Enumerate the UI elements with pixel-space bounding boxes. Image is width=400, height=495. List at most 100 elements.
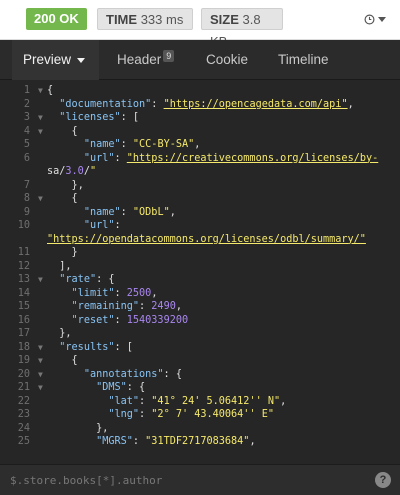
fold-arrow-icon[interactable]: ▼ xyxy=(38,341,43,355)
code-text: } xyxy=(71,247,78,258)
code-text: "url": "https://creativecommons.org/lice… xyxy=(83,152,379,164)
fold-arrow-icon[interactable]: ▼ xyxy=(38,84,43,98)
code-line: 13 ▼ "rate": { xyxy=(0,273,400,287)
code-line: 22 "lat": "41° 24' 5.06412'' N", xyxy=(0,395,400,409)
line-number: 16 xyxy=(17,314,30,326)
code-line: 14 "limit": 2500, xyxy=(0,287,400,301)
code-text: }, xyxy=(59,328,72,339)
line-number: 22 xyxy=(17,395,30,407)
code-line: 24 }, xyxy=(0,422,400,436)
code-line: 7 }, xyxy=(0,179,400,193)
fold-arrow-icon[interactable]: ▼ xyxy=(38,368,43,382)
code-line: 11 } xyxy=(0,246,400,260)
code-text: { xyxy=(71,355,78,366)
size-key: SIZE xyxy=(210,12,239,27)
code-line: 1 ▼ { xyxy=(0,84,400,98)
code-text: "reset": 1540339200 xyxy=(71,314,189,326)
json-preview[interactable]: 1 ▼ {2 "documentation": "https://opencaged… xyxy=(0,80,400,464)
header-count-badge: 9 xyxy=(163,50,175,62)
line-number: 1 xyxy=(23,85,30,96)
code-line: 23 "lng": "2° 7' 43.40064'' E" xyxy=(0,408,400,422)
code-text: "annotations": { xyxy=(83,368,182,380)
line-number: 11 xyxy=(17,247,30,258)
fold-arrow-icon[interactable]: ▼ xyxy=(38,354,43,368)
code-line: 16 "reset": 1540339200 xyxy=(0,314,400,328)
code-text: "documentation": "https://opencagedata.c… xyxy=(59,98,354,110)
line-number: 13 xyxy=(17,274,30,285)
code-line: 10 "url": xyxy=(0,219,400,233)
jsonpath-filter-input[interactable] xyxy=(10,471,350,489)
code-text: { xyxy=(71,125,78,137)
code-text: { xyxy=(71,193,78,204)
fold-arrow-icon[interactable]: ▼ xyxy=(38,381,43,395)
line-number: 20 xyxy=(17,368,30,380)
code-text: "DMS": { xyxy=(96,382,146,393)
code-text: "MGRS": "31TDF2717083684", xyxy=(96,436,256,447)
code-text: "https://opendatacommons.org/licenses/od… xyxy=(47,233,366,245)
line-number: 25 xyxy=(17,436,30,447)
line-number: 15 xyxy=(17,301,30,312)
code-text: "limit": 2500, xyxy=(71,287,158,299)
code-text: "results": [ xyxy=(59,341,133,353)
clock-icon xyxy=(364,14,375,25)
code-text: "lat": "41° 24' 5.06412'' N", xyxy=(108,395,287,407)
chevron-down-icon xyxy=(77,57,86,63)
line-number: 2 xyxy=(23,98,30,110)
fold-arrow-icon[interactable]: ▼ xyxy=(38,192,43,206)
response-tabs: Preview Header 9 Cookie Timeline xyxy=(0,40,400,80)
line-number: 6 xyxy=(23,152,30,164)
fold-arrow-icon[interactable]: ▼ xyxy=(38,273,43,287)
line-number: 9 xyxy=(23,206,30,218)
response-size-badge: SIZE 3.8 KB xyxy=(201,8,283,49)
code-line: sa/3.0/" xyxy=(0,165,400,179)
code-text: ], xyxy=(59,260,72,272)
code-line: 9 "name": "ODbL", xyxy=(0,206,400,220)
code-line: 20 ▼ "annotations": { xyxy=(0,368,400,382)
code-line: 15 "remaining": 2490, xyxy=(0,300,400,314)
tab-preview-label: Preview xyxy=(23,52,72,67)
line-number: 7 xyxy=(23,179,30,191)
line-number: 10 xyxy=(17,220,30,231)
line-number: 12 xyxy=(17,260,30,272)
code-text: "licenses": [ xyxy=(59,112,140,123)
code-line: 17 }, xyxy=(0,327,400,341)
line-number: 14 xyxy=(17,287,30,299)
code-line: 12 ], xyxy=(0,260,400,274)
status-code-badge: 200 OK xyxy=(26,8,87,30)
time-value: 333 ms xyxy=(140,12,184,27)
code-line: 19 ▼ { xyxy=(0,354,400,368)
tab-header[interactable]: Header 9 xyxy=(117,40,175,80)
tab-timeline[interactable]: Timeline xyxy=(278,40,329,80)
code-text: { xyxy=(47,85,54,96)
response-history-button[interactable] xyxy=(364,9,392,29)
fold-arrow-icon[interactable]: ▼ xyxy=(38,125,43,139)
tab-preview[interactable]: Preview xyxy=(12,40,99,80)
code-text: "name": "CC-BY-SA", xyxy=(83,139,201,150)
response-status-bar: 200 OK TIME 333 ms SIZE 3.8 KB xyxy=(0,0,400,49)
code-text: "remaining": 2490, xyxy=(71,301,182,312)
code-text: sa/3.0/" xyxy=(47,166,97,177)
fold-arrow-icon[interactable]: ▼ xyxy=(38,111,43,125)
line-number: 24 xyxy=(17,422,30,434)
line-number: 4 xyxy=(23,125,30,137)
code-line: 3 ▼ "licenses": [ xyxy=(0,111,400,125)
line-number: 8 xyxy=(23,193,30,204)
filter-bar: ? xyxy=(0,464,400,495)
line-number: 19 xyxy=(17,355,30,366)
code-line: 25 "MGRS": "31TDF2717083684", xyxy=(0,435,400,449)
line-number: 23 xyxy=(17,409,30,420)
code-text: "name": "ODbL", xyxy=(83,206,176,218)
tab-cookie[interactable]: Cookie xyxy=(206,40,248,80)
code-text: "url": xyxy=(83,220,121,231)
code-line: 2 "documentation": "https://opencagedata… xyxy=(0,98,400,112)
code-line: "https://opendatacommons.org/licenses/od… xyxy=(0,233,400,247)
line-number: 3 xyxy=(23,112,30,123)
line-number: 17 xyxy=(17,328,30,339)
code-line: 5 "name": "CC-BY-SA", xyxy=(0,138,400,152)
code-line: 4 ▼ { xyxy=(0,125,400,139)
code-line: 21 ▼ "DMS": { xyxy=(0,381,400,395)
help-icon[interactable]: ? xyxy=(375,472,391,488)
code-text: }, xyxy=(71,179,84,191)
chevron-down-icon xyxy=(378,17,386,23)
line-number: 21 xyxy=(17,382,30,393)
